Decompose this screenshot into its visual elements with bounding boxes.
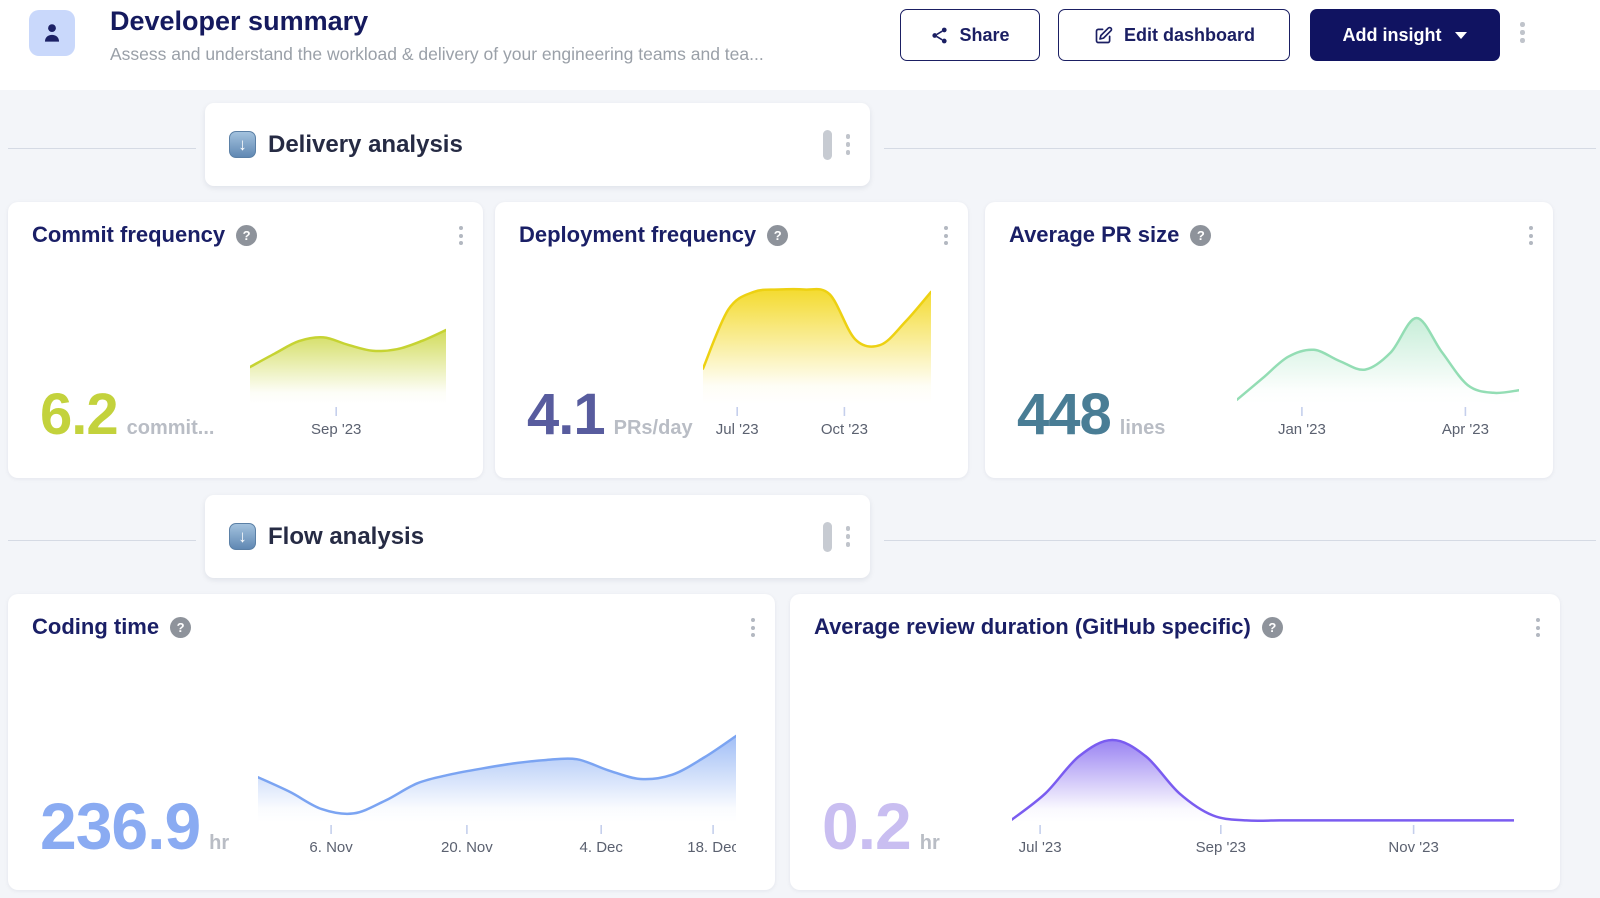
- section-title: Delivery analysis: [268, 131, 463, 159]
- svg-text:6. Nov: 6. Nov: [309, 839, 353, 856]
- section-title: Flow analysis: [268, 523, 424, 551]
- svg-text:Oct '23: Oct '23: [821, 421, 868, 438]
- section-drag-handle[interactable]: [823, 522, 832, 552]
- dashboard-avatar: [29, 10, 75, 56]
- metric-unit: lines: [1120, 417, 1166, 440]
- metric-value: 0.2: [822, 788, 911, 864]
- metric: 448 lines: [1017, 381, 1165, 448]
- svg-text:Nov '23: Nov '23: [1388, 839, 1438, 856]
- metric-unit: hr: [209, 832, 229, 855]
- card-kebab-menu[interactable]: [1536, 618, 1540, 637]
- page-subtitle: Assess and understand the workload & del…: [110, 44, 764, 65]
- svg-text:Sep '23: Sep '23: [1196, 839, 1246, 856]
- edit-dashboard-button[interactable]: Edit dashboard: [1058, 9, 1290, 61]
- metric-value: 448: [1017, 381, 1111, 448]
- svg-text:Apr '23: Apr '23: [1442, 421, 1489, 438]
- section-divider: [8, 540, 196, 541]
- add-insight-button[interactable]: Add insight: [1310, 9, 1500, 61]
- edit-pencil-icon: [1093, 25, 1114, 46]
- metric-value: 236.9: [40, 788, 200, 864]
- header-kebab-menu[interactable]: [1520, 22, 1525, 43]
- help-icon[interactable]: ?: [236, 225, 257, 246]
- add-insight-button-label: Add insight: [1343, 25, 1442, 46]
- svg-text:Jul '23: Jul '23: [1019, 839, 1062, 856]
- help-icon[interactable]: ?: [1262, 617, 1283, 638]
- chevron-down-icon: [1455, 32, 1467, 39]
- card-title: Deployment frequency: [519, 222, 756, 248]
- svg-text:4. Dec: 4. Dec: [580, 839, 624, 856]
- section-divider: [8, 148, 196, 149]
- metric: 6.2 commit...: [40, 381, 214, 448]
- sparkline-chart: 6. Nov 20. Nov 4. Dec 18. Dec: [258, 732, 736, 858]
- share-icon: [930, 26, 949, 45]
- sparkline-chart: Jan '23 Apr '23: [1237, 314, 1519, 440]
- card-kebab-menu[interactable]: [459, 226, 463, 245]
- svg-text:18. Dec: 18. Dec: [687, 839, 736, 856]
- metric: 4.1 PRs/day: [527, 381, 693, 448]
- card-commit-frequency: Commit frequency ? 6.2 commit... Sep '23: [8, 202, 483, 478]
- metric-unit: commit...: [127, 417, 215, 440]
- card-average-pr-size: Average PR size ? 448 lines Jan '23 Apr '…: [985, 202, 1553, 478]
- card-title: Commit frequency: [32, 222, 225, 248]
- section-divider: [884, 540, 1596, 541]
- developer-summary-dashboard: Developer summary Assess and understand …: [0, 0, 1600, 898]
- section-kebab-menu[interactable]: [846, 526, 851, 547]
- card-deployment-frequency: Deployment frequency ? 4.1 PRs/day Jul '…: [495, 202, 968, 478]
- card-kebab-menu[interactable]: [751, 618, 755, 637]
- svg-text:Jan '23: Jan '23: [1278, 421, 1326, 438]
- card-kebab-menu[interactable]: [1529, 226, 1533, 245]
- down-arrow-emoji-icon: ↓: [229, 131, 256, 158]
- section-header-delivery-analysis: ↓ Delivery analysis: [205, 103, 870, 186]
- svg-text:20. Nov: 20. Nov: [441, 839, 493, 856]
- section-header-flow-analysis: ↓ Flow analysis: [205, 495, 870, 578]
- card-average-review-duration: Average review duration (GitHub specific…: [790, 594, 1560, 890]
- svg-text:Sep '23: Sep '23: [311, 421, 361, 438]
- edit-dashboard-button-label: Edit dashboard: [1124, 25, 1255, 46]
- metric-value: 6.2: [40, 381, 118, 448]
- help-icon[interactable]: ?: [170, 617, 191, 638]
- card-coding-time: Coding time ? 236.9 hr 6. Nov 20. Nov 4. D…: [8, 594, 775, 890]
- help-icon[interactable]: ?: [1190, 225, 1211, 246]
- card-title: Coding time: [32, 614, 159, 640]
- card-kebab-menu[interactable]: [944, 226, 948, 245]
- metric-unit: hr: [920, 832, 940, 855]
- sparkline-chart: Sep '23: [250, 326, 446, 440]
- section-drag-handle[interactable]: [823, 130, 832, 160]
- person-icon: [39, 20, 65, 46]
- sparkline-chart: Jul '23 Oct '23: [703, 282, 931, 440]
- down-arrow-emoji-icon: ↓: [229, 523, 256, 550]
- help-icon[interactable]: ?: [767, 225, 788, 246]
- svg-text:Jul '23: Jul '23: [716, 421, 759, 438]
- section-kebab-menu[interactable]: [846, 134, 851, 155]
- share-button-label: Share: [959, 25, 1009, 46]
- section-divider: [884, 148, 1596, 149]
- card-title: Average review duration (GitHub specific…: [814, 614, 1251, 640]
- metric-value: 4.1: [527, 381, 605, 448]
- dashboard-header: Developer summary Assess and understand …: [0, 0, 1600, 90]
- card-title: Average PR size: [1009, 222, 1179, 248]
- metric: 0.2 hr: [822, 788, 940, 864]
- page-title: Developer summary: [110, 6, 368, 37]
- sparkline-chart: Jul '23 Sep '23 Nov '23: [1012, 736, 1514, 858]
- share-button[interactable]: Share: [900, 9, 1040, 61]
- metric-unit: PRs/day: [614, 417, 693, 440]
- metric: 236.9 hr: [40, 788, 229, 864]
